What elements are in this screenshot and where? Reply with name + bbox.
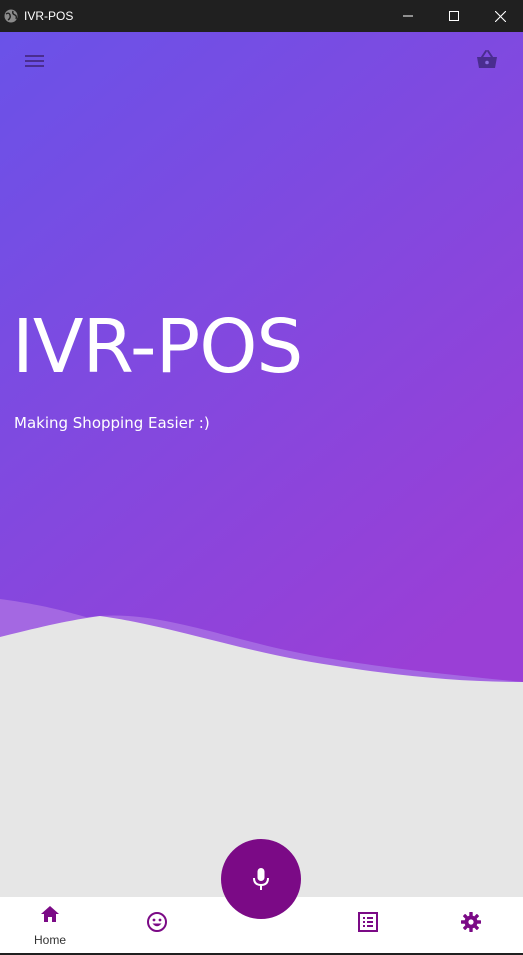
emoji-icon (147, 912, 167, 932)
home-icon (41, 906, 59, 922)
minimize-button[interactable] (385, 0, 431, 32)
close-button[interactable] (477, 0, 523, 32)
voice-input-button[interactable] (221, 839, 301, 919)
hero-title: IVR-POS (12, 304, 303, 390)
window-titlebar: IVR-POS (0, 0, 523, 32)
microphone-icon (253, 868, 269, 890)
nav-list[interactable] (317, 897, 417, 953)
maximize-button[interactable] (431, 0, 477, 32)
maximize-icon (449, 11, 459, 21)
hero-subtitle: Making Shopping Easier :) (14, 414, 210, 432)
minimize-icon (403, 15, 413, 17)
nav-home[interactable]: Home (0, 897, 100, 953)
hamburger-menu-icon (25, 55, 44, 67)
nav-emoji[interactable] (106, 897, 206, 953)
list-icon (358, 912, 378, 932)
nav-home-label: Home (33, 933, 66, 947)
close-icon (494, 10, 506, 22)
settings-icon (461, 912, 481, 932)
shopping-basket-icon (477, 50, 497, 68)
menu-button[interactable] (20, 48, 50, 74)
window-title: IVR-POS (24, 9, 74, 23)
cart-button[interactable] (474, 47, 500, 73)
hero-section: IVR-POS Making Shopping Easier :) (0, 32, 523, 752)
globe-icon (4, 9, 18, 23)
nav-settings[interactable] (420, 897, 520, 953)
hero-background (0, 32, 523, 752)
